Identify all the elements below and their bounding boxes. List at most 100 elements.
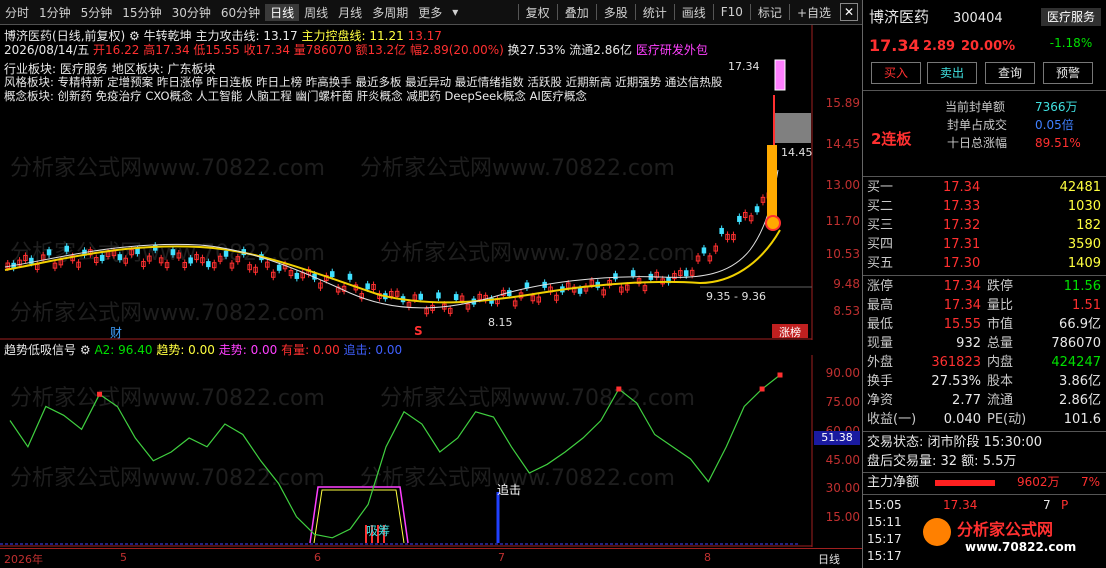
stat-value: 3.86亿 (1059, 374, 1101, 389)
alert-button[interactable]: 预警 (1043, 62, 1093, 84)
xichou-label: 吸筹 (366, 524, 391, 538)
stat-value: 786070 (1051, 336, 1101, 351)
a2-point (616, 386, 622, 392)
stat-value: 932 (956, 336, 981, 351)
period-toolbar: 分时 1分钟 5分钟 15分钟 30分钟 60分钟 日线 周线 月线 多周期 更… (0, 0, 862, 25)
bid-volume: 3590 (1067, 237, 1101, 252)
attack-line (4, 169, 779, 309)
fd-label: 当前封单额 (945, 100, 1006, 114)
bid-label: 买五 (867, 256, 894, 271)
sub-y-label: 45.00 (825, 453, 860, 467)
mark-button[interactable]: 标记 (753, 4, 787, 21)
stat-value: 101.6 (1063, 412, 1101, 427)
tab-30min[interactable]: 30分钟 (167, 4, 216, 21)
logo-icon (923, 518, 951, 546)
a2-point (759, 386, 765, 392)
stat-value: 1.51 (1072, 298, 1101, 313)
lianban-badge: 2连板 (871, 130, 912, 148)
trade-state: 交易状态: 闭市阶段 15:30:00 (867, 435, 1043, 450)
stat-value: 2.86亿 (1059, 393, 1101, 408)
a2-series (9, 372, 783, 539)
bid-label: 买二 (867, 199, 894, 214)
tab-multi-period[interactable]: 多周期 (367, 4, 413, 21)
query-button[interactable]: 查询 (985, 62, 1035, 84)
x-label: 6 (314, 551, 321, 564)
sell-button[interactable]: 卖出 (927, 62, 977, 84)
rp-stock-code: 300404 (953, 11, 1003, 26)
surge-bar (767, 145, 777, 220)
logo-text: 分析家公式网 (957, 520, 1054, 539)
x-label: 2026年 (4, 553, 43, 566)
main-net-bar (935, 480, 995, 486)
stat-value: 17.34 (943, 298, 981, 313)
gray-box (773, 113, 811, 143)
stat-label: 最低 (867, 317, 894, 332)
stat-label: PE(动) (987, 412, 1027, 427)
current-value-badge: 51.38 (814, 431, 860, 445)
bid-label: 买三 (867, 218, 894, 233)
stat-label: 涨停 (867, 279, 894, 294)
draw-button[interactable]: 画线 (677, 4, 711, 21)
stat-value: 27.53% (931, 374, 981, 389)
tick-price: 17.34 (943, 498, 978, 512)
tab-daily[interactable]: 日线 (265, 3, 300, 21)
s-marker[interactable]: S (414, 324, 423, 338)
zf-value: 89.51% (1035, 136, 1081, 150)
tab-5min[interactable]: 5分钟 (76, 4, 118, 21)
bid-price: 17.31 (943, 237, 981, 252)
zhangbang-badge[interactable]: 涨榜 (772, 324, 808, 339)
y-label: 13.00 (825, 178, 860, 192)
fuquan-button[interactable]: 复权 (521, 4, 555, 21)
signal-chart[interactable] (0, 355, 862, 547)
cj-label: 封单占成交 (947, 118, 1008, 132)
tab-60min[interactable]: 60分钟 (216, 4, 265, 21)
a2-point (97, 391, 103, 397)
industry-tag[interactable]: 医疗服务 (1041, 8, 1101, 26)
tab-1min[interactable]: 1分钟 (34, 4, 76, 21)
rp-pct: 20.00% (961, 39, 1016, 54)
period-indicator[interactable]: 日线 (818, 551, 840, 567)
fd-value: 7366万 (1035, 100, 1078, 114)
tab-15min[interactable]: 15分钟 (117, 4, 166, 21)
logo-url: www.70822.com (965, 540, 1077, 554)
main-net-label: 主力净额 (867, 475, 920, 490)
buy-button[interactable]: 买入 (871, 62, 921, 84)
y-label: 11.70 (825, 214, 860, 228)
pink-bar (774, 59, 786, 91)
sub-y-label: 75.00 (825, 395, 860, 409)
stat-label: 外盘 (867, 355, 894, 370)
stat-value: 424247 (1051, 355, 1101, 370)
bid-price: 17.32 (943, 218, 981, 233)
y-label: 8.53 (833, 304, 860, 318)
a2-point (777, 372, 783, 378)
sub-y-label: 90.00 (825, 366, 860, 380)
overlay-button[interactable]: 叠加 (560, 4, 594, 21)
tab-weekly[interactable]: 周线 (299, 4, 333, 21)
industry-pct: -1.18% (1049, 36, 1093, 50)
stat-label: 量比 (987, 298, 1014, 313)
f10-button[interactable]: F10 (716, 5, 748, 19)
finance-marker[interactable]: 财 (110, 324, 122, 341)
add-watchlist-button[interactable]: +自选 (792, 4, 836, 21)
bid-price: 17.34 (943, 180, 981, 195)
bid-volume: 1030 (1067, 199, 1101, 214)
stats-button[interactable]: 统计 (638, 4, 672, 21)
quote-panel: 博济医药 300404 医疗服务 -1.18% 17.34 2.89 20.00… (862, 0, 1106, 568)
stat-value: 0.040 (943, 412, 981, 427)
y-label: 14.45 (825, 137, 860, 151)
x-label: 8 (704, 551, 711, 564)
bid-price: 17.30 (943, 256, 981, 271)
stat-value: 361823 (931, 355, 981, 370)
price-label-1445: 14.45 (781, 146, 813, 159)
bid-volume: 182 (1076, 218, 1101, 233)
tab-fenshi[interactable]: 分时 (0, 4, 34, 21)
close-icon[interactable]: ✕ (840, 3, 858, 21)
bid-label: 买一 (867, 180, 894, 195)
tab-monthly[interactable]: 月线 (333, 4, 367, 21)
tab-more[interactable]: 更多 (413, 4, 447, 21)
chevron-down-icon[interactable]: ▾ (447, 5, 463, 19)
multi-stock-button[interactable]: 多股 (599, 4, 633, 21)
stat-label: 市值 (987, 317, 1014, 332)
low-label: 8.15 (488, 316, 513, 329)
cj-value: 0.05倍 (1035, 118, 1074, 132)
